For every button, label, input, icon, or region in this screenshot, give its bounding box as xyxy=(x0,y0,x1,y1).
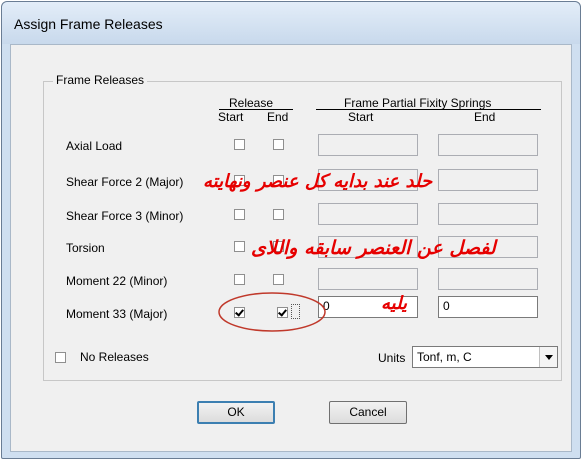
row-label-torsion: Torsion xyxy=(66,241,105,255)
dialog-body: Frame Releases Release Start End Frame P… xyxy=(10,44,572,452)
no-releases-label: No Releases xyxy=(80,350,149,364)
axial-load-end-checkbox[interactable] xyxy=(273,139,284,150)
units-value: Tonf, m, C xyxy=(417,350,472,364)
row-label-shear-force-3: Shear Force 3 (Minor) xyxy=(66,209,184,223)
moment-22-end-checkbox[interactable] xyxy=(273,274,284,285)
shear-3-start-checkbox[interactable] xyxy=(234,209,245,220)
moment-22-start-checkbox[interactable] xyxy=(234,274,245,285)
shear-3-end-checkbox[interactable] xyxy=(273,209,284,220)
dialog-window: Assign Frame Releases Frame Releases Rel… xyxy=(1,1,581,459)
row-label-moment-22: Moment 22 (Minor) xyxy=(66,274,168,288)
annotation-line-1: حلد عند بدايه كل عنصر ونهايته xyxy=(203,171,433,192)
spring-start-header: Start xyxy=(348,110,374,124)
release-header: Release xyxy=(229,96,274,110)
group-title: Frame Releases xyxy=(53,73,148,87)
ok-button[interactable]: OK xyxy=(197,401,275,424)
cancel-button[interactable]: Cancel xyxy=(329,401,407,424)
shear-3-spring-end-field[interactable] xyxy=(438,203,538,225)
window-title: Assign Frame Releases xyxy=(14,16,163,32)
units-select[interactable]: Tonf, m, C xyxy=(412,346,558,368)
start-header: Start xyxy=(218,110,244,124)
highlight-ellipse xyxy=(218,292,326,332)
moment-22-spring-start-field[interactable] xyxy=(318,268,418,290)
moment-22-spring-end-field[interactable] xyxy=(438,268,538,290)
spring-end-header: End xyxy=(474,110,496,124)
row-label-moment-33: Moment 33 (Major) xyxy=(66,307,168,321)
shear-2-spring-end-field[interactable] xyxy=(438,169,538,191)
axial-load-start-checkbox[interactable] xyxy=(234,139,245,150)
shear-3-spring-start-field[interactable] xyxy=(318,203,418,225)
annotation-line-2: لفصل عن العنصر سابقه واللاى xyxy=(251,237,496,259)
no-releases-checkbox[interactable] xyxy=(55,352,66,363)
frame-releases-group: Frame Releases xyxy=(43,73,562,381)
row-label-axial-load: Axial Load xyxy=(66,139,123,153)
axial-load-spring-end-field[interactable] xyxy=(438,134,538,156)
moment-33-spring-end-field[interactable]: 0 xyxy=(438,296,538,318)
torsion-start-checkbox[interactable] xyxy=(234,241,245,252)
annotation-line-3: يليه xyxy=(381,293,408,314)
axial-load-spring-start-field[interactable] xyxy=(318,134,418,156)
end-header: End xyxy=(267,110,289,124)
row-label-shear-force-2: Shear Force 2 (Major) xyxy=(66,175,184,189)
title-bar[interactable]: Assign Frame Releases xyxy=(2,2,580,44)
chevron-down-icon[interactable] xyxy=(539,347,557,367)
springs-header: Frame Partial Fixity Springs xyxy=(344,96,492,110)
units-label: Units xyxy=(378,351,406,365)
